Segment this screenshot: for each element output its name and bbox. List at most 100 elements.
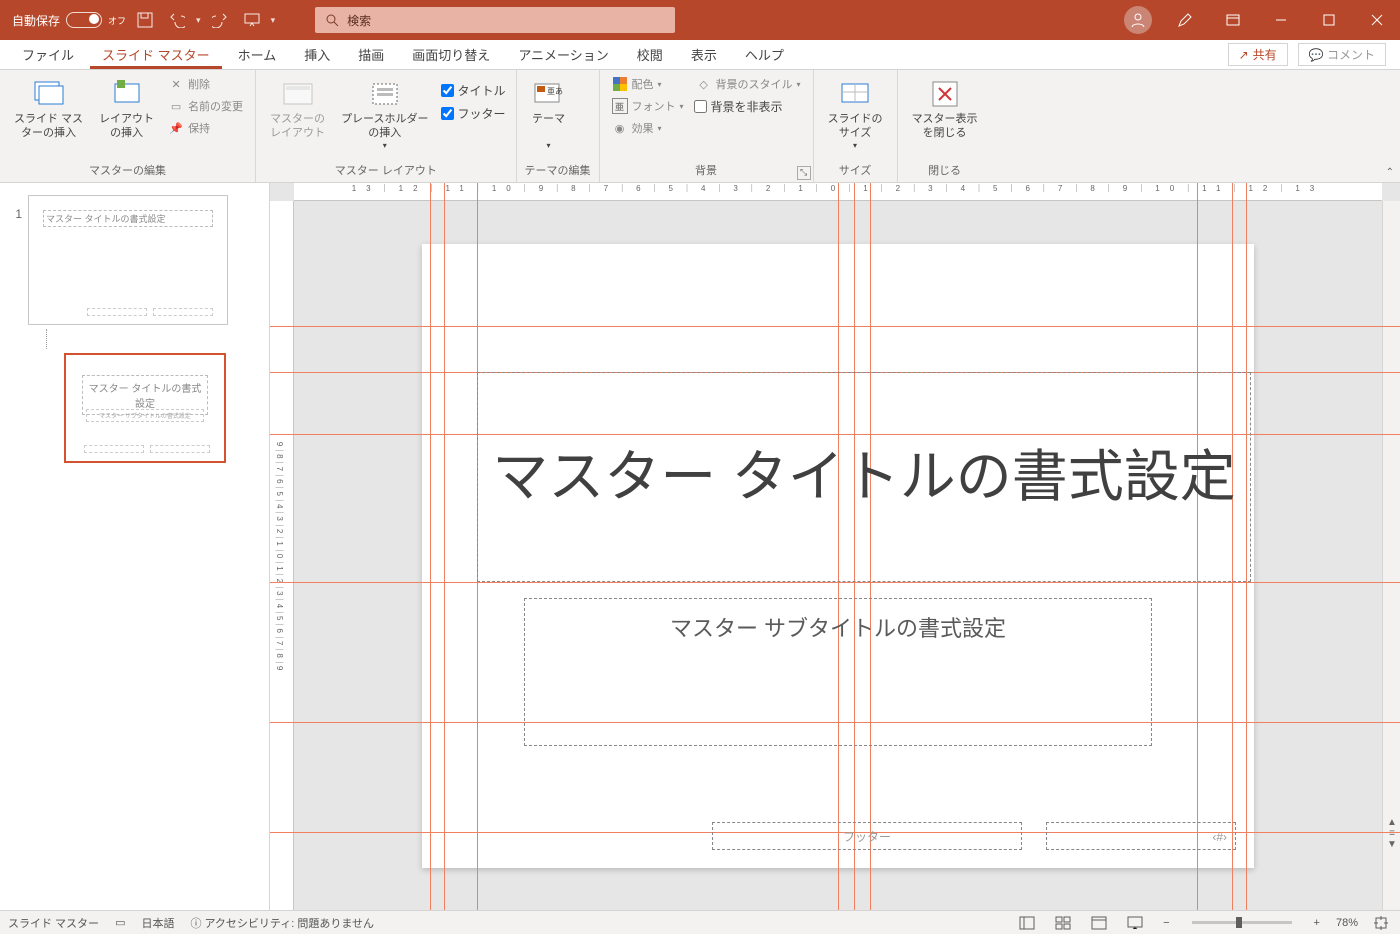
insert-slide-master-button[interactable]: スライド マス ターの挿入: [8, 74, 89, 145]
tab-review[interactable]: 校閲: [625, 39, 675, 69]
redo-icon: [212, 12, 228, 28]
vertical-ruler[interactable]: 9｜8｜7｜6｜5｜4｜3｜2｜1｜0｜1｜2｜3｜4｜5｜6｜7｜8｜9: [270, 201, 294, 910]
present-icon: [244, 12, 260, 28]
subtitle-placeholder[interactable]: マスター サブタイトルの書式設定: [524, 598, 1152, 746]
close-master-icon: [929, 78, 961, 110]
user-icon: [1130, 12, 1146, 28]
title-checkbox[interactable]: タイトル: [439, 80, 508, 101]
close-icon: [1371, 14, 1383, 26]
fonts-button[interactable]: 亜フォント ▾: [608, 96, 688, 116]
comment-icon: 💬: [1309, 48, 1324, 62]
tab-home[interactable]: ホーム: [226, 39, 289, 69]
status-mode[interactable]: スライド マスター: [8, 915, 99, 931]
tab-file[interactable]: ファイル: [10, 39, 86, 69]
status-accessibility[interactable]: ⓘアクセシビリティ: 問題ありません: [186, 913, 378, 933]
comment-button[interactable]: 💬 コメント: [1298, 43, 1386, 66]
search-box[interactable]: 検索: [315, 7, 675, 33]
themes-button[interactable]: 亜あ テーマ▾: [525, 74, 573, 155]
insert-layout-button[interactable]: レイアウト の挿入: [93, 74, 160, 145]
undo-button[interactable]: [164, 7, 190, 33]
placeholder-icon: [369, 78, 401, 110]
close-master-button[interactable]: マスター表示 を閉じる: [906, 74, 984, 145]
layout-thumbnail[interactable]: マスター タイトルの書式設定 マスター サブタイトルの書式設定: [64, 353, 226, 463]
zoom-slider[interactable]: [1192, 921, 1292, 924]
view-sorter-button[interactable]: [1051, 914, 1075, 932]
save-button[interactable]: [132, 7, 158, 33]
bg-dialog-launcher[interactable]: ⤡: [797, 166, 811, 180]
tab-draw[interactable]: 描画: [346, 39, 396, 69]
title-placeholder[interactable]: マスター タイトルの書式設定: [477, 372, 1251, 582]
effects-button[interactable]: ◉効果 ▾: [608, 118, 688, 138]
account-button[interactable]: [1124, 6, 1152, 34]
sorter-view-icon: [1055, 916, 1071, 930]
insert-placeholder-button[interactable]: プレースホルダー の挿入▾: [335, 74, 434, 155]
maximize-button[interactable]: [1306, 0, 1352, 40]
fit-window-button[interactable]: [1370, 914, 1392, 932]
title-bar: 自動保存 オフ ▾ ▾ 検索: [0, 0, 1400, 40]
toggle-pill-icon: [66, 12, 102, 28]
tab-slide-master[interactable]: スライド マスター: [90, 39, 222, 69]
vertical-scrollbar[interactable]: ▲≡▼: [1382, 201, 1400, 910]
reading-view-icon: [1091, 916, 1107, 930]
rename-button[interactable]: ▭名前の変更: [164, 96, 247, 116]
qat-more-icon[interactable]: ▾: [271, 15, 276, 26]
ink-button[interactable]: [1162, 0, 1208, 40]
ribbon-mode-icon: [1225, 12, 1241, 28]
svg-text:亜あ: 亜あ: [547, 87, 563, 96]
slide-size-button[interactable]: スライドの サイズ▾: [822, 74, 889, 155]
autosave-label: 自動保存: [12, 12, 60, 29]
zoom-out-button[interactable]: −: [1159, 915, 1173, 931]
status-notes-button[interactable]: ▭: [111, 914, 129, 931]
status-language[interactable]: 日本語: [141, 915, 174, 931]
minimize-button[interactable]: [1258, 0, 1304, 40]
scroll-nav-icons[interactable]: ▲≡▼: [1386, 817, 1398, 850]
zoom-value[interactable]: 78%: [1336, 917, 1358, 929]
view-normal-button[interactable]: [1015, 914, 1039, 932]
slideshow-button[interactable]: [239, 7, 265, 33]
slide-canvas[interactable]: マスター タイトルの書式設定 マスター サブタイトルの書式設定 フッター ‹#›: [422, 244, 1254, 868]
autosave-toggle[interactable]: 自動保存 オフ: [12, 12, 126, 29]
group-master-layout: マスターの レイアウト プレースホルダー の挿入▾ タイトル フッター マスター…: [256, 70, 516, 182]
hide-bg-checkbox[interactable]: 背景を非表示: [692, 96, 805, 117]
delete-icon: ✕: [168, 76, 184, 92]
group-label: 閉じる: [906, 160, 984, 182]
delete-button: ✕削除: [164, 74, 247, 94]
share-button[interactable]: ↗共有: [1228, 43, 1288, 66]
footer-placeholder[interactable]: フッター: [712, 822, 1022, 850]
ribbon-tabs: ファイル スライド マスター ホーム 挿入 描画 画面切り替え アニメーション …: [0, 40, 1400, 70]
redo-button[interactable]: [207, 7, 233, 33]
view-reading-button[interactable]: [1087, 914, 1111, 932]
undo-icon: [169, 12, 185, 28]
tab-help[interactable]: ヘルプ: [733, 39, 796, 69]
view-slideshow-button[interactable]: [1123, 914, 1147, 932]
tab-animations[interactable]: アニメーション: [506, 39, 620, 69]
undo-dropdown-icon[interactable]: ▾: [196, 15, 201, 26]
group-edit-master: スライド マス ターの挿入 レイアウト の挿入 ✕削除 ▭名前の変更 📌保持 マ…: [0, 70, 256, 182]
group-close: マスター表示 を閉じる 閉じる: [898, 70, 992, 182]
close-window-button[interactable]: [1354, 0, 1400, 40]
canvas-area: 13｜12｜11｜10｜9｜8｜7｜6｜5｜4｜3｜2｜1｜0｜1｜2｜3｜4｜…: [270, 183, 1400, 910]
tab-transitions[interactable]: 画面切り替え: [400, 39, 502, 69]
status-bar: スライド マスター ▭ 日本語 ⓘアクセシビリティ: 問題ありません − + 7…: [0, 910, 1400, 934]
group-background: 配色 ▾ 亜フォント ▾ ◉効果 ▾ ◇背景のスタイル ▾ 背景を非表示 背景 …: [600, 70, 814, 182]
collapse-ribbon-button[interactable]: ⌃: [1386, 167, 1394, 178]
tab-insert[interactable]: 挿入: [292, 39, 342, 69]
rename-icon: ▭: [168, 98, 184, 114]
bg-styles-button[interactable]: ◇背景のスタイル ▾: [692, 74, 805, 94]
thumbnail-panel[interactable]: 1 マスター タイトルの書式設定 マスター タイトルの書式設定 マスター サブタ…: [0, 183, 270, 910]
slideshow-icon: [1127, 916, 1143, 930]
fonts-icon: 亜: [612, 98, 628, 114]
master-thumbnail[interactable]: マスター タイトルの書式設定: [28, 195, 228, 325]
slide-size-icon: [839, 78, 871, 110]
layout-icon: [111, 78, 143, 110]
colors-button[interactable]: 配色 ▾: [608, 74, 688, 94]
footer-checkbox[interactable]: フッター: [439, 103, 508, 124]
tree-connector: [46, 329, 47, 349]
zoom-in-button[interactable]: +: [1310, 915, 1324, 931]
group-label: テーマの編集: [525, 160, 591, 182]
ribbon-mode-button[interactable]: [1210, 0, 1256, 40]
tab-view[interactable]: 表示: [679, 39, 729, 69]
autosave-state: オフ: [108, 14, 126, 27]
pen-icon: [1177, 12, 1193, 28]
pagenum-placeholder[interactable]: ‹#›: [1046, 822, 1236, 850]
